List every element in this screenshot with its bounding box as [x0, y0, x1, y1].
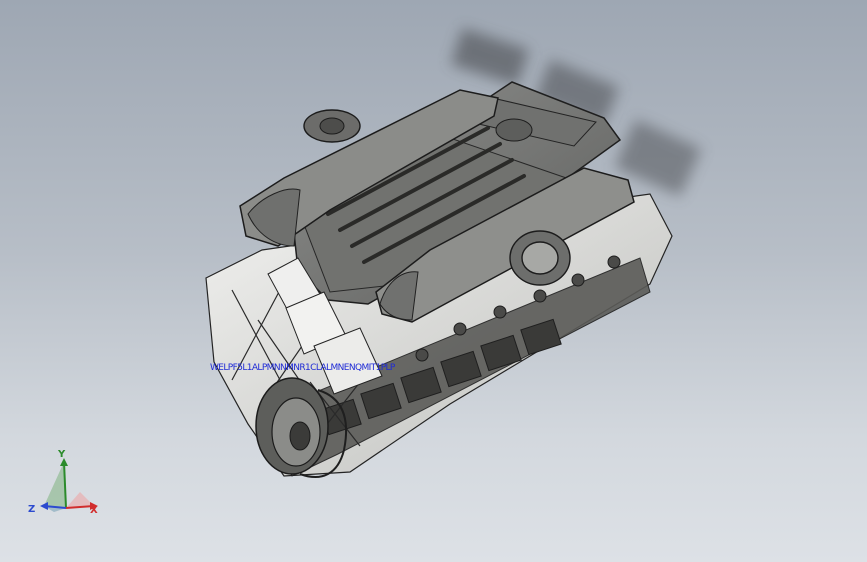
triad-y-label: Y [58, 449, 66, 460]
triad-x-label: X [90, 505, 98, 516]
overlay-text: WELPF5L1ALPMNNMNR1CLALMNENQMIT1PLP [210, 363, 395, 373]
graphics-viewport[interactable]: WELPF5L1ALPMNNMNR1CLALMNENQMIT1PLP Y X Z [0, 0, 867, 562]
triad-z-label: Z [28, 504, 36, 515]
view-triad[interactable]: Y X Z [24, 448, 108, 524]
engine-model[interactable] [0, 0, 867, 562]
